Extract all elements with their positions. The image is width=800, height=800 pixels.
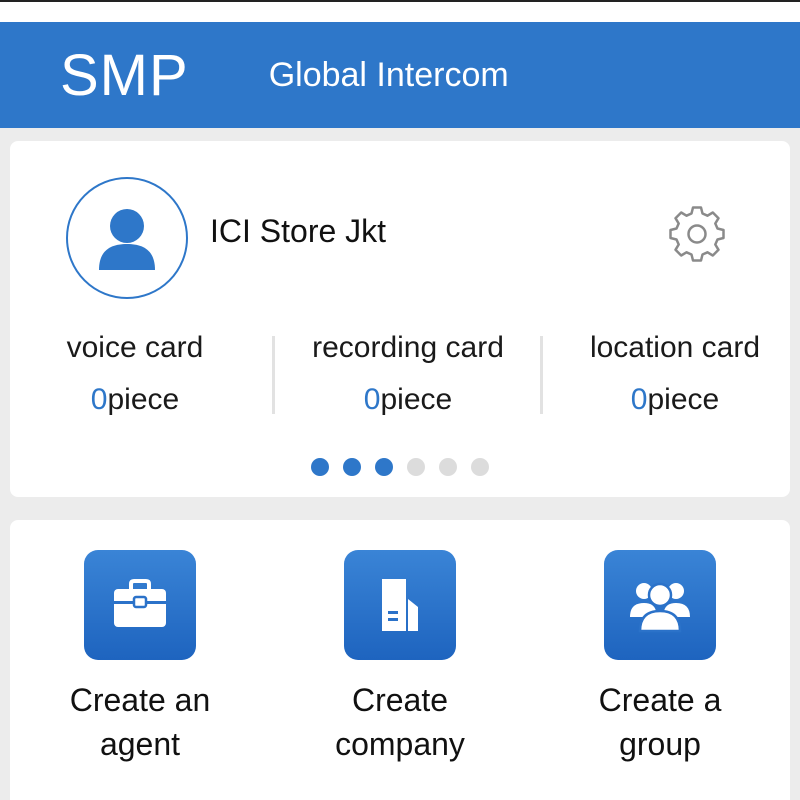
group-icon — [604, 550, 716, 660]
avatar[interactable] — [66, 177, 188, 299]
profile-card: ICI Store Jkt voice card 0piece recordin… — [10, 141, 790, 497]
stat-location-card[interactable]: location card 0piece — [560, 331, 790, 417]
profile-name: ICI Store Jkt — [210, 213, 387, 249]
stat-count: 0 — [630, 383, 648, 416]
stat-divider — [272, 336, 275, 414]
action-label: Create an agent — [10, 678, 270, 766]
action-label-line: Create a — [598, 682, 722, 718]
user-icon — [99, 209, 155, 270]
page-dot — [407, 458, 425, 476]
status-bar-area — [0, 0, 800, 22]
stat-value: 0piece — [560, 383, 790, 417]
action-label: Create company — [270, 678, 530, 766]
app-title: Global Intercom — [268, 55, 509, 94]
briefcase-icon — [84, 550, 196, 660]
action-label-line: Create — [351, 682, 449, 718]
stat-label: recording card — [312, 331, 504, 364]
page-dot — [471, 458, 489, 476]
stat-unit: piece — [647, 383, 720, 416]
stat-voice-card[interactable]: voice card 0piece — [20, 331, 250, 417]
app-logo: SMP — [60, 42, 189, 108]
create-group-button[interactable]: Create a group — [530, 550, 790, 766]
page-dot — [439, 458, 457, 476]
settings-gear-icon[interactable] — [668, 205, 726, 263]
stat-count: 0 — [363, 383, 381, 416]
action-label-line: Create an — [69, 682, 211, 718]
stat-label: voice card — [66, 331, 204, 364]
create-agent-button[interactable]: Create an agent — [10, 550, 270, 766]
action-label: Create a group — [530, 678, 790, 766]
page-dot — [343, 458, 361, 476]
building-icon — [344, 550, 456, 660]
stat-label: location card — [589, 331, 761, 364]
actions-card: Create an agent Create company Create a … — [10, 520, 790, 800]
stat-count: 0 — [90, 383, 108, 416]
page-indicator[interactable] — [311, 458, 489, 476]
stat-unit: piece — [107, 383, 180, 416]
action-label-line: agent — [99, 726, 181, 762]
page-dot — [311, 458, 329, 476]
stat-value: 0piece — [20, 383, 250, 417]
action-label-line: group — [619, 726, 701, 762]
stat-divider — [540, 336, 543, 414]
stat-recording-card[interactable]: recording card 0piece — [293, 331, 523, 417]
action-label-line: company — [335, 726, 465, 762]
create-company-button[interactable]: Create company — [270, 550, 530, 766]
app-header: SMP Global Intercom — [0, 22, 800, 128]
stat-unit: piece — [380, 383, 453, 416]
page-dot — [375, 458, 393, 476]
stat-value: 0piece — [293, 383, 523, 417]
